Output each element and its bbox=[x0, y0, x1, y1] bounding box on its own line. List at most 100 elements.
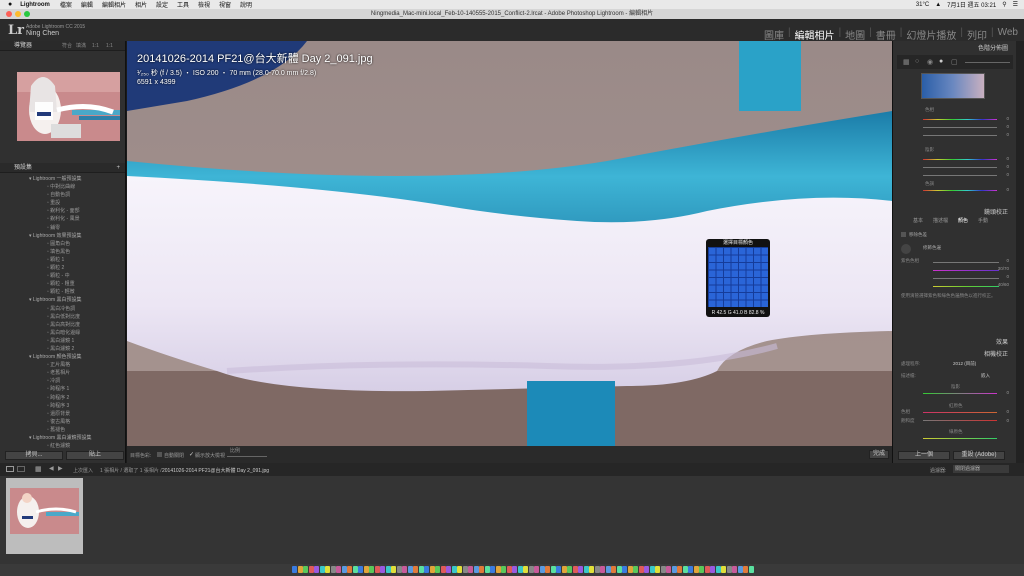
preset-item[interactable]: ▫ 黑白高對比度 bbox=[0, 321, 124, 329]
preset-item[interactable]: ▫ 中對比曲線 bbox=[0, 183, 124, 191]
dock-app-icon[interactable] bbox=[710, 566, 715, 573]
photo-canvas[interactable] bbox=[127, 41, 892, 446]
preset-folder[interactable]: ▾ Lightroom 顏色預設集 bbox=[0, 353, 124, 361]
redeye-icon[interactable]: ◉ bbox=[927, 58, 933, 66]
add-preset-icon[interactable]: + bbox=[116, 163, 120, 173]
highlights-sat-slider[interactable] bbox=[923, 127, 997, 128]
purple-amount-slider[interactable] bbox=[933, 262, 999, 263]
dock-app-icon[interactable] bbox=[633, 566, 638, 573]
dock-app-icon[interactable] bbox=[380, 566, 385, 573]
dock-app-icon[interactable] bbox=[435, 566, 440, 573]
dock-app-icon[interactable] bbox=[402, 566, 407, 573]
menu-item-settings[interactable]: 設定 bbox=[156, 0, 168, 9]
balance-slider[interactable] bbox=[923, 135, 997, 136]
menu-item-photo[interactable]: 相片 bbox=[135, 0, 147, 9]
preset-item[interactable]: ▫ 顆粒 1 bbox=[0, 256, 124, 264]
dock-app-icon[interactable] bbox=[545, 566, 550, 573]
module-map[interactable]: 地圖 bbox=[845, 27, 865, 42]
dock-app-icon[interactable] bbox=[462, 566, 468, 573]
dock-app-icon[interactable] bbox=[578, 566, 583, 573]
dock-app-icon[interactable] bbox=[446, 566, 451, 573]
dock-app-icon[interactable] bbox=[748, 566, 754, 573]
preset-item[interactable]: ▫ 黑白濾鏡 1 bbox=[0, 337, 124, 345]
eyedropper-icon[interactable] bbox=[901, 244, 911, 254]
dock-app-icon[interactable] bbox=[385, 566, 391, 573]
dock-app-icon[interactable] bbox=[391, 566, 396, 573]
dock-app-icon[interactable] bbox=[369, 566, 374, 573]
minimize-window-icon[interactable] bbox=[15, 11, 21, 17]
red-sat-slider[interactable] bbox=[923, 420, 997, 421]
dock-app-icon[interactable] bbox=[649, 566, 655, 573]
tool-slider[interactable] bbox=[965, 62, 1010, 63]
shadows-hue-slider[interactable] bbox=[923, 159, 997, 160]
dock-app-icon[interactable] bbox=[297, 566, 303, 573]
preset-item[interactable]: ▫ 還原背景 bbox=[0, 410, 124, 418]
module-web[interactable]: Web bbox=[998, 27, 1018, 42]
remove-ca-checkbox[interactable] bbox=[901, 232, 906, 237]
green-amount-slider[interactable] bbox=[933, 278, 999, 279]
close-window-icon[interactable] bbox=[6, 11, 12, 17]
nav-zoom-custom[interactable]: 1:1 bbox=[106, 41, 113, 51]
module-library[interactable]: 圖庫 bbox=[764, 27, 784, 42]
dock-app-icon[interactable] bbox=[644, 566, 649, 573]
dock-app-icon[interactable] bbox=[424, 566, 429, 573]
grid-view-icon[interactable]: ▦ bbox=[35, 465, 42, 473]
calib-shadows-slider[interactable] bbox=[923, 393, 997, 394]
dock-app-icon[interactable] bbox=[363, 566, 369, 573]
dock-app-icon[interactable] bbox=[523, 566, 528, 573]
histogram-header[interactable]: 色階分佈圖 bbox=[978, 43, 1008, 52]
lens-correction-header[interactable]: 鏡頭校正 bbox=[984, 207, 1008, 216]
dock-app-icon[interactable] bbox=[457, 566, 462, 573]
nav-zoom-1to1[interactable]: 1:1 bbox=[92, 41, 99, 51]
dock-app-icon[interactable] bbox=[605, 566, 611, 573]
dock-app-icon[interactable] bbox=[704, 566, 710, 573]
dock-app-icon[interactable] bbox=[677, 566, 682, 573]
main-window-icon[interactable] bbox=[6, 466, 14, 472]
preset-item[interactable]: ▫ 黑白暗化邊緣 bbox=[0, 329, 124, 337]
dock-app-icon[interactable] bbox=[732, 566, 737, 573]
dock-app-icon[interactable] bbox=[473, 566, 479, 573]
paste-button[interactable]: 貼上 bbox=[66, 451, 124, 460]
selected-file-name[interactable]: 20141026-2014 PF21@台大新體 Day 2_091.jpg bbox=[162, 467, 269, 474]
preset-item[interactable]: ▫ 老舊相片 bbox=[0, 369, 124, 377]
preset-item[interactable]: ▫ 銳利化 - 面部 bbox=[0, 207, 124, 215]
crop-icon[interactable]: ▦ bbox=[903, 58, 910, 66]
spot-removal-icon[interactable]: ○ bbox=[915, 58, 919, 65]
tab-basic[interactable]: 基本 bbox=[913, 217, 923, 225]
zoom-window-icon[interactable] bbox=[24, 11, 30, 17]
dock-app-icon[interactable] bbox=[352, 566, 358, 573]
dock-app-icon[interactable] bbox=[583, 566, 589, 573]
dock-app-icon[interactable] bbox=[721, 566, 726, 573]
dock-app-icon[interactable] bbox=[572, 566, 578, 573]
dock-app-icon[interactable] bbox=[506, 566, 512, 573]
camera-calibration-header[interactable]: 相機校正 bbox=[984, 349, 1008, 358]
tab-profile[interactable]: 描述檔 bbox=[933, 217, 948, 225]
dock-app-icon[interactable] bbox=[594, 566, 600, 573]
dock-app-icon[interactable] bbox=[682, 566, 688, 573]
apple-menu-icon[interactable]: ● bbox=[8, 1, 12, 8]
show-loupe-checkbox[interactable]: ✓ bbox=[189, 451, 194, 458]
menu-item-edit[interactable]: 編輯 bbox=[81, 0, 93, 9]
preset-item[interactable]: ▫ 顆粒 - 中 bbox=[0, 272, 124, 280]
menu-item-tools[interactable]: 工具 bbox=[177, 0, 189, 9]
previous-button[interactable]: 上一個 bbox=[898, 451, 950, 460]
filmstrip-thumbnail[interactable] bbox=[6, 478, 83, 554]
dock-app-icon[interactable] bbox=[627, 566, 633, 573]
module-print[interactable]: 列印 bbox=[967, 27, 987, 42]
dock-app-icon[interactable] bbox=[336, 566, 341, 573]
preset-item[interactable]: ▫ 銳利化 - 風景 bbox=[0, 215, 124, 223]
green-hue-slider-2[interactable] bbox=[923, 438, 997, 439]
menu-item-view[interactable]: 檢視 bbox=[198, 0, 210, 9]
dock-app-icon[interactable] bbox=[468, 566, 473, 573]
preset-item[interactable]: ▫ 顆粒 - 粗重 bbox=[0, 280, 124, 288]
dock-app-icon[interactable] bbox=[330, 566, 336, 573]
preset-folder[interactable]: ▾ Lightroom 黑白預設集 bbox=[0, 296, 124, 304]
dock-app-icon[interactable] bbox=[451, 566, 457, 573]
dock-app-icon[interactable] bbox=[616, 566, 622, 573]
dock-app-icon[interactable] bbox=[638, 566, 644, 573]
dock-app-icon[interactable] bbox=[528, 566, 534, 573]
menu-item-help[interactable]: 說明 bbox=[240, 0, 252, 9]
presets-header[interactable]: 預設集 + bbox=[0, 163, 125, 173]
preset-item[interactable]: ▫ 填色黑色 bbox=[0, 248, 124, 256]
preset-item[interactable]: ▫ 黑白低對比度 bbox=[0, 313, 124, 321]
